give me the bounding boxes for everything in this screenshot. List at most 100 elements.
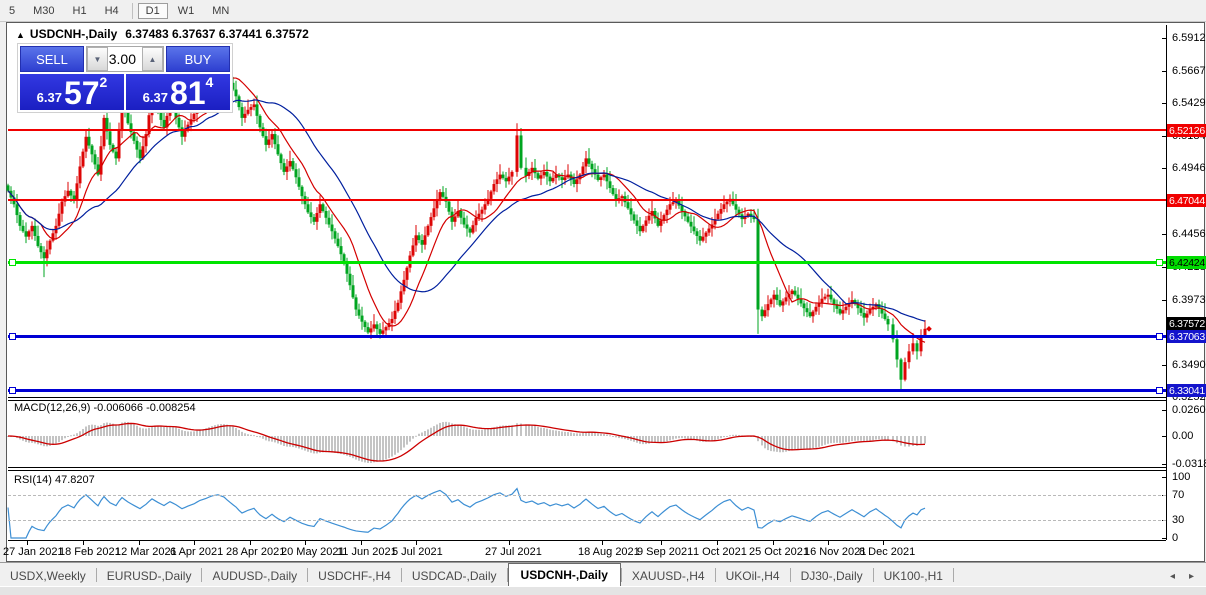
date-axis-tick — [602, 540, 603, 545]
chart-tab-usdx[interactable]: USDX,Weekly — [0, 565, 96, 587]
timeframe-button-w1[interactable]: W1 — [170, 3, 203, 19]
line-drag-handle[interactable] — [9, 387, 16, 394]
buy-price-box[interactable]: 6.37 81 4 — [126, 74, 230, 110]
pane-separator — [8, 540, 1166, 541]
buy-button[interactable]: BUY — [166, 46, 230, 72]
line-drag-handle[interactable] — [9, 259, 16, 266]
date-axis-label: 18 Aug 2021 — [578, 546, 640, 558]
chart-tab-eurusd[interactable]: EURUSD-,Daily — [97, 565, 202, 587]
chart-tab-xauusd[interactable]: XAUUSD-,H4 — [622, 565, 715, 587]
date-axis-label: 18 Feb 2021 — [59, 546, 121, 558]
sell-price-prefix: 6.37 — [36, 90, 62, 105]
macd-label: MACD(12,26,9) -0.006066 -0.008254 — [14, 402, 196, 414]
price-axis-tick — [1162, 267, 1166, 268]
sell-price-box[interactable]: 6.37 57 2 — [20, 74, 124, 110]
line-drag-handle[interactable] — [1156, 387, 1163, 394]
date-axis-label: 25 Oct 2021 — [749, 546, 809, 558]
sell-price-pip: 2 — [99, 74, 108, 90]
date-axis-tick — [250, 540, 251, 545]
price-axis-label: 6.39730 — [1172, 294, 1206, 306]
rsi-axis-tick — [1162, 477, 1166, 478]
price-axis-tick — [1162, 234, 1166, 235]
horizontal-line-6.37063[interactable] — [8, 335, 1166, 338]
date-axis-label: 8 Dec 2021 — [859, 546, 916, 558]
timeframe-button-d1[interactable]: D1 — [137, 2, 168, 19]
timeframe-button-h1[interactable]: H1 — [65, 3, 95, 19]
macd-axis-label: 0.00 — [1172, 430, 1194, 442]
price-axis-tick — [1162, 397, 1166, 398]
sell-button[interactable]: SELL — [20, 46, 84, 72]
price-axis-tick — [1162, 300, 1166, 301]
horizontal-line-6.42424[interactable] — [8, 261, 1166, 264]
macd-axis-tick — [1162, 464, 1166, 465]
volume-decrease-arrow-icon[interactable]: ▼ — [87, 47, 108, 71]
chart-tab-audusd[interactable]: AUDUSD-,Daily — [202, 565, 307, 587]
rsi-level-dashed-line — [8, 495, 1166, 496]
date-axis-tick — [305, 540, 306, 545]
line-drag-handle[interactable] — [1156, 333, 1163, 340]
line-drag-handle[interactable] — [1156, 259, 1163, 266]
price-axis-tick — [1162, 168, 1166, 169]
price-axis-label: 6.44560 — [1172, 228, 1206, 240]
horizontal-line-6.47044[interactable] — [8, 199, 1166, 201]
price-axis-label: 6.59120 — [1172, 32, 1206, 44]
date-axis-label: 28 Apr 2021 — [226, 546, 286, 558]
pane-separator[interactable] — [8, 397, 1166, 398]
pane-separator[interactable] — [8, 400, 1166, 401]
sell-price-main: 57 — [63, 75, 100, 111]
timeframe-toolbar: 5 M30 H1 H4 D1 W1 MN — [0, 0, 1206, 22]
tab-scroll-arrows: ◂ ▸ — [1170, 571, 1194, 582]
rsi-axis-label: 30 — [1172, 514, 1185, 526]
chart-tab-uk100[interactable]: UK100-,H1 — [874, 565, 953, 587]
date-axis-tick — [194, 540, 195, 545]
price-axis-tick — [1162, 136, 1166, 137]
horizontal-line-6.52126[interactable] — [8, 129, 1166, 131]
rsi-axis-label: 70 — [1172, 489, 1185, 501]
timeframe-button-h4[interactable]: H4 — [97, 3, 127, 19]
date-axis-tick — [828, 540, 829, 545]
tab-separator — [952, 568, 954, 582]
chart-tab-usdchf[interactable]: USDCHF-,H4 — [308, 565, 401, 587]
date-axis-tick — [883, 540, 884, 545]
buy-price-main: 81 — [169, 75, 206, 111]
volume-spinner: ▼ 3.00 ▲ — [86, 46, 164, 72]
chart-tab-ukoil[interactable]: UKOil-,H4 — [716, 565, 790, 587]
date-axis-tick — [27, 540, 28, 545]
date-axis-label: 20 May 2021 — [281, 546, 345, 558]
volume-increase-arrow-icon[interactable]: ▲ — [142, 47, 163, 71]
chart-tab-bar: USDX,Weekly EURUSD-,Daily AUDUSD-,Daily USD… — [0, 562, 1206, 587]
price-level-badge: 6.42424 — [1167, 256, 1206, 269]
date-axis-tick — [661, 540, 662, 545]
tab-scroll-right-icon[interactable]: ▸ — [1189, 571, 1194, 582]
timeframe-button-5[interactable]: 5 — [1, 3, 23, 19]
line-drag-handle[interactable] — [9, 333, 16, 340]
buy-price-pip: 4 — [205, 74, 214, 90]
chart-tab-usdcnh[interactable]: USDCNH-,Daily — [507, 563, 621, 587]
price-level-badge: 6.52126 — [1167, 124, 1206, 137]
volume-input[interactable]: 3.00 — [108, 47, 142, 71]
timeframe-button-mn[interactable]: MN — [204, 3, 237, 19]
date-axis-label: 27 Jul 2021 — [485, 546, 542, 558]
toolbar-separator — [131, 2, 133, 19]
tab-scroll-left-icon[interactable]: ◂ — [1170, 571, 1175, 582]
horizontal-line-6.33041[interactable] — [8, 389, 1166, 392]
date-axis-tick — [509, 540, 510, 545]
chart-tab-dj30[interactable]: DJ30-,Daily — [791, 565, 873, 587]
pane-separator[interactable] — [8, 470, 1166, 471]
rsi-indicator-pane[interactable] — [0, 471, 1166, 540]
rsi-axis-label: 100 — [1172, 471, 1191, 483]
date-axis-tick — [83, 540, 84, 545]
date-axis-tick — [139, 540, 140, 545]
price-level-badge: 6.33041 — [1167, 384, 1206, 397]
timeframe-button-m30[interactable]: M30 — [25, 3, 62, 19]
date-axis-label: 27 Jan 2021 — [3, 546, 64, 558]
rsi-axis-tick — [1162, 538, 1166, 539]
price-axis-tick — [1162, 365, 1166, 366]
pane-separator[interactable] — [8, 467, 1166, 468]
date-axis-tick — [717, 540, 718, 545]
date-axis-tick — [361, 540, 362, 545]
rsi-level-dashed-line — [8, 520, 1166, 521]
price-axis-tick — [1162, 103, 1166, 104]
chart-tab-usdcad[interactable]: USDCAD-,Daily — [402, 565, 507, 587]
date-axis-label: 1 Oct 2021 — [693, 546, 747, 558]
